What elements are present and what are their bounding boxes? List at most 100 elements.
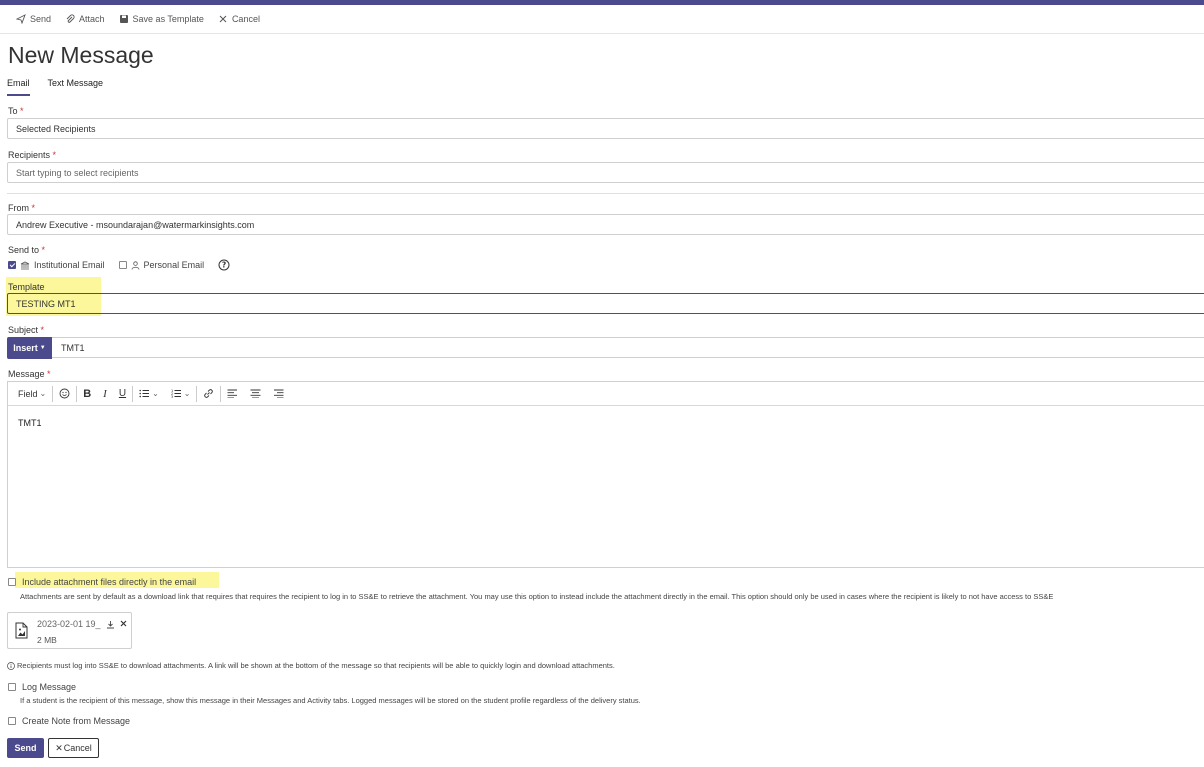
- insert-label: Insert: [13, 343, 38, 353]
- underline-icon: U: [118, 388, 127, 399]
- create-note-checkbox[interactable]: [8, 717, 16, 725]
- align-left-button[interactable]: [221, 389, 244, 398]
- send-to-label: Send to *: [8, 245, 45, 255]
- message-label: Message *: [8, 369, 51, 379]
- send-icon: [16, 14, 26, 24]
- field-menu-label: Field: [18, 388, 38, 399]
- attachment-file-name[interactable]: 2023-02-01 19_: [37, 619, 101, 629]
- include-attachments-help: Attachments are sent by default as a dow…: [20, 592, 1054, 601]
- personal-email-checkbox[interactable]: [118, 261, 127, 269]
- close-icon: [219, 15, 227, 23]
- toolbar-cancel-label: Cancel: [231, 14, 260, 24]
- download-icon[interactable]: [106, 620, 115, 629]
- required-marker: *: [31, 203, 36, 213]
- institution-icon: [20, 261, 30, 269]
- person-icon: [131, 260, 139, 270]
- chevron-down-icon: ⌄: [183, 389, 191, 398]
- create-note-row: Create Note from Message: [8, 716, 130, 726]
- message-body[interactable]: TMT1: [8, 406, 1204, 440]
- link-button[interactable]: [197, 388, 220, 399]
- recipients-label: Recipients *: [8, 150, 56, 160]
- remove-attachment-icon[interactable]: [120, 620, 127, 627]
- bold-button[interactable]: B: [77, 388, 97, 400]
- include-attachments-label: Include attachment files directly in the…: [22, 577, 197, 587]
- personal-email-label: Personal Email: [143, 260, 205, 270]
- paperclip-icon: [66, 14, 75, 23]
- tab-text-message[interactable]: Text Message: [48, 78, 104, 96]
- toolbar: Send Attach Save as Template Cancel: [0, 5, 1204, 34]
- log-message-label: Log Message: [22, 682, 77, 692]
- align-left-icon: [227, 389, 238, 398]
- toolbar-attach-button[interactable]: Attach: [65, 14, 105, 24]
- help-icon[interactable]: ?: [218, 259, 230, 271]
- toolbar-send-label: Send: [30, 14, 52, 24]
- institutional-email-label: Institutional Email: [34, 260, 105, 270]
- emoji-button[interactable]: [53, 388, 76, 399]
- chevron-down-icon: ⌄: [152, 389, 159, 398]
- italic-button[interactable]: I: [97, 388, 113, 400]
- numbered-list-icon: 123: [171, 389, 181, 398]
- cancel-label: Cancel: [63, 743, 92, 753]
- attachment-notice: Recipients must log into SS&E to downloa…: [7, 661, 615, 670]
- required-marker: *: [41, 245, 46, 255]
- institutional-email-checkbox[interactable]: [8, 261, 16, 269]
- svg-text:?: ?: [222, 261, 226, 270]
- from-label: From *: [8, 203, 35, 213]
- create-note-label: Create Note from Message: [22, 716, 131, 726]
- log-message-help: If a student is the recipient of this me…: [20, 696, 641, 705]
- subject-label-text: Subject: [8, 325, 39, 335]
- align-right-button[interactable]: [267, 389, 290, 398]
- bullet-list-button[interactable]: ⌄: [133, 389, 165, 398]
- subject-label: Subject *: [8, 325, 44, 335]
- send-button[interactable]: Send: [7, 738, 44, 758]
- close-icon: ✕: [55, 742, 63, 753]
- emoji-icon: [59, 388, 70, 399]
- from-field[interactable]: Andrew Executive - msoundarajan@watermar…: [7, 214, 1204, 235]
- attachment-file-size: 2 MB: [37, 635, 57, 645]
- subject-input[interactable]: TMT1: [50, 337, 1204, 358]
- to-field[interactable]: Selected Recipients: [7, 118, 1204, 139]
- toolbar-cancel-button[interactable]: Cancel: [218, 14, 260, 24]
- underline-button[interactable]: U: [113, 388, 132, 399]
- link-icon: [204, 389, 214, 398]
- message-type-tabs: Email Text Message: [7, 78, 103, 96]
- toolbar-save-template-button[interactable]: Save as Template: [119, 14, 204, 24]
- caret-down-icon: ▼: [39, 345, 46, 351]
- numbered-list-button[interactable]: 123 ⌄: [165, 389, 197, 398]
- message-editor: Field ⌄ B I U ⌄ 123 ⌄ TMT1: [7, 381, 1204, 568]
- field-menu[interactable]: Field ⌄: [12, 389, 52, 399]
- include-attachments-checkbox[interactable]: [8, 578, 16, 586]
- bullet-list-icon: [139, 389, 150, 398]
- toolbar-send-button[interactable]: Send: [16, 14, 51, 24]
- message-label-text: Message: [8, 369, 45, 379]
- align-center-icon: [250, 389, 261, 398]
- svg-text:3: 3: [171, 395, 173, 398]
- template-label: Template: [8, 282, 45, 292]
- info-icon: [7, 661, 15, 670]
- align-right-icon: [274, 389, 284, 398]
- tab-email[interactable]: Email: [7, 78, 30, 96]
- toolbar-attach-label: Attach: [79, 14, 105, 24]
- cancel-button[interactable]: ✕ Cancel: [48, 738, 99, 758]
- divider: [7, 193, 1204, 194]
- required-marker: *: [52, 150, 57, 160]
- to-label: To *: [8, 106, 24, 116]
- image-file-icon: [15, 622, 28, 639]
- attachment-card: 2023-02-01 19_ 2 MB: [7, 612, 132, 649]
- save-icon: [119, 15, 128, 23]
- required-marker: *: [40, 325, 45, 335]
- to-label-text: To: [8, 106, 18, 116]
- template-select[interactable]: TESTING MT1: [7, 293, 1204, 314]
- from-label-text: From: [8, 203, 29, 213]
- required-marker: *: [47, 369, 51, 379]
- include-attachments-row: Include attachment files directly in the…: [8, 577, 196, 587]
- align-center-button[interactable]: [244, 389, 267, 398]
- recipients-label-text: Recipients: [8, 150, 51, 160]
- insert-button[interactable]: Insert ▼: [7, 337, 52, 359]
- recipients-input[interactable]: Start typing to select recipients: [7, 162, 1204, 183]
- bold-icon: B: [83, 387, 92, 400]
- log-message-checkbox[interactable]: [8, 683, 16, 691]
- log-message-row: Log Message: [8, 682, 76, 692]
- page-title: New Message: [8, 42, 154, 68]
- required-marker: *: [20, 106, 24, 116]
